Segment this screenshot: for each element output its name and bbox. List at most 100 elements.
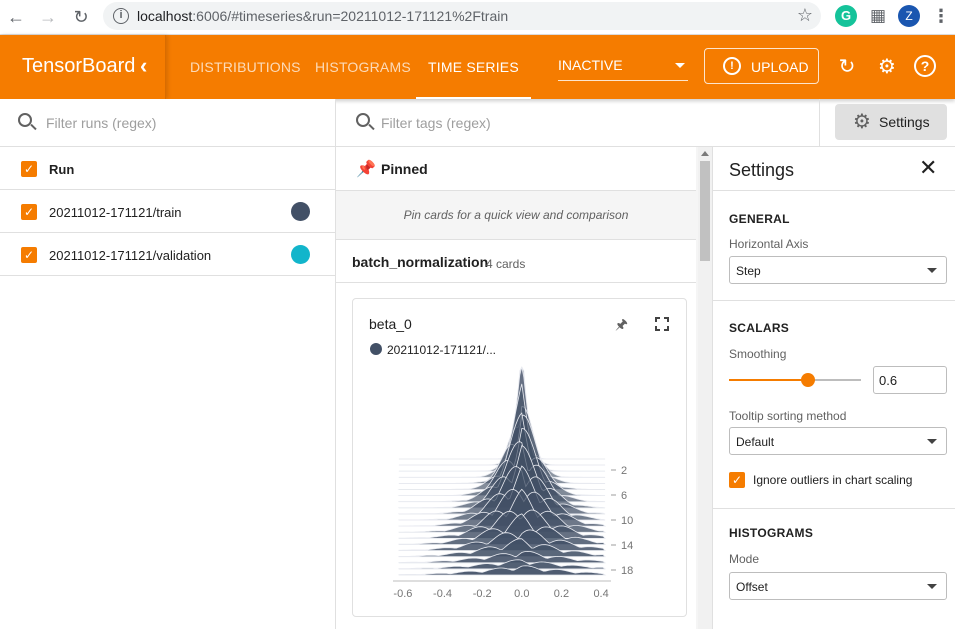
runs-filter[interactable]: Filter runs (regex) — [0, 99, 335, 147]
settings-button-area: ⚙ Settings — [819, 99, 955, 147]
run-checkbox[interactable]: ✓ — [21, 247, 37, 263]
fullscreen-icon[interactable] — [655, 317, 669, 331]
tab-histograms[interactable]: HISTOGRAMS — [315, 35, 411, 99]
settings-button[interactable]: ⚙ Settings — [835, 104, 947, 140]
profile-avatar[interactable]: Z — [898, 5, 920, 27]
pin-card-icon[interactable]: 🖈 — [615, 314, 628, 338]
x-tick-label: 0.2 — [554, 588, 569, 600]
card-title: beta_0 — [369, 316, 412, 332]
cards-scrollbar[interactable] — [698, 147, 712, 629]
y-tick-label: 18 — [621, 565, 633, 577]
help-icon[interactable]: ? — [914, 55, 936, 77]
scrollbar-thumb[interactable] — [700, 161, 710, 261]
pinned-title: Pinned — [381, 161, 428, 177]
pinned-empty-message: Pin cards for a quick view and compariso… — [403, 208, 629, 222]
brand-title: TensorBoard — [22, 55, 136, 77]
ignore-outliers-checkbox[interactable]: ✓ — [729, 472, 745, 488]
run-checkbox[interactable]: ✓ — [21, 204, 37, 220]
brand: TensorBoard ‹ — [0, 35, 166, 99]
run-column-header: Run — [49, 162, 75, 177]
select-all-checkbox[interactable]: ✓ — [21, 161, 37, 177]
tags-filter[interactable]: Filter tags (regex) — [336, 99, 819, 147]
smoothing-slider-thumb[interactable] — [801, 373, 816, 387]
scalars-section: SCALARS Smoothing 0.6 Tooltip sorting me… — [713, 301, 955, 509]
x-tick-label: -0.6 — [393, 588, 412, 600]
settings-button-label: Settings — [879, 114, 930, 130]
upload-label: UPLOAD — [751, 59, 809, 75]
scalars-section-title: SCALARS — [729, 321, 790, 335]
y-tick-label: 10 — [621, 515, 633, 527]
y-tick-label: 6 — [621, 490, 627, 502]
runs-header-row: ✓ Run — [0, 147, 335, 190]
chevron-down-icon — [927, 439, 937, 444]
url-path: :6006/#timeseries&run=20211012-171121%2F… — [192, 8, 509, 24]
mode-label: Mode — [729, 552, 760, 566]
tags-filter-input[interactable]: Filter tags (regex) — [381, 115, 491, 131]
mode-value: Offset — [736, 580, 768, 594]
card-group-header[interactable]: batch_normalization 4 cards — [336, 239, 696, 283]
pinned-section-header: 📌 Pinned — [336, 147, 696, 191]
upload-button[interactable]: ! UPLOAD — [704, 48, 819, 84]
smoothing-input[interactable]: 0.6 — [873, 366, 947, 394]
run-color-swatch[interactable] — [291, 245, 310, 264]
smoothing-label: Smoothing — [729, 347, 787, 361]
run-color-swatch[interactable] — [291, 202, 310, 221]
histogram-slice — [398, 366, 606, 460]
card-group-body: beta_0 🖈 20211012-171121/... -0.6 -0.4 -0.… — [336, 283, 696, 629]
mode-select[interactable]: Offset — [729, 572, 947, 600]
site-info-icon[interactable]: i — [113, 8, 129, 24]
group-name: batch_normalization — [352, 254, 489, 270]
tooltip-sort-select[interactable]: Default — [729, 427, 947, 455]
tab-distributions[interactable]: DISTRIBUTIONS — [190, 35, 301, 99]
url-text[interactable]: localhost:6006/#timeseries&run=20211012-… — [137, 8, 508, 24]
scroll-up-arrow-icon[interactable] — [701, 151, 709, 156]
general-section-title: GENERAL — [729, 212, 790, 226]
browser-menu-icon[interactable]: ⋮ — [930, 5, 952, 27]
chevron-down-icon — [927, 584, 937, 589]
general-section: GENERAL Horizontal Axis Step — [713, 191, 955, 301]
tab-time-series[interactable]: TIME SERIES — [416, 35, 531, 99]
smoothing-slider[interactable] — [729, 373, 861, 387]
url-host: localhost — [137, 8, 193, 24]
x-tick-label: 0.4 — [593, 588, 608, 600]
ignore-outliers-label: Ignore outliers in chart scaling — [753, 473, 913, 487]
bookmark-star-icon[interactable]: ☆ — [797, 5, 813, 26]
address-bar[interactable]: i localhost:6006/#timeseries&run=2021101… — [103, 2, 821, 30]
gear-icon[interactable]: ⚙ — [875, 55, 899, 79]
reload-icon[interactable]: ↻ — [70, 6, 92, 28]
horizontal-axis-label: Horizontal Axis — [729, 237, 809, 251]
settings-panel-header: Settings ✕ — [713, 147, 955, 191]
tooltip-sort-value: Default — [736, 435, 775, 449]
run-label: 20211012-171121/train — [49, 205, 182, 220]
dropdown-caret-icon — [675, 63, 685, 68]
search-icon — [18, 113, 32, 127]
tensorboard-header: TensorBoard ‹ DISTRIBUTIONS HISTOGRAMS T… — [0, 35, 955, 99]
close-icon[interactable]: ✕ — [919, 157, 937, 179]
cards-area: 📌 Pinned Pin cards for a quick view and … — [336, 147, 698, 629]
extensions-puzzle-icon[interactable]: ▦ — [867, 5, 889, 27]
y-tick-label: 2 — [621, 465, 627, 477]
collapse-chevron-icon[interactable]: ‹ — [140, 53, 147, 79]
legend-swatch — [370, 343, 382, 355]
histograms-section: HISTOGRAMS Mode Offset — [713, 509, 955, 629]
search-icon — [356, 113, 370, 127]
refresh-icon[interactable]: ↻ — [835, 55, 859, 79]
pin-icon: 📌 — [356, 161, 376, 178]
run-row-train[interactable]: ✓ 20211012-171121/train — [0, 190, 335, 233]
group-card-count: 4 cards — [486, 257, 526, 271]
run-row-validation[interactable]: ✓ 20211012-171121/validation — [0, 233, 335, 276]
x-tick-label: -0.2 — [473, 588, 492, 600]
back-arrow-icon[interactable]: ← — [5, 6, 27, 28]
horizontal-axis-select[interactable]: Step — [729, 256, 947, 284]
tooltip-sort-label: Tooltip sorting method — [729, 409, 847, 423]
dropdown-value: INACTIVE — [558, 57, 623, 73]
runs-filter-input[interactable]: Filter runs (regex) — [46, 115, 156, 131]
inactive-plugins-dropdown[interactable]: INACTIVE — [558, 57, 688, 81]
grammarly-extension-icon[interactable]: G — [835, 5, 857, 27]
forward-arrow-icon[interactable]: → — [37, 6, 59, 28]
x-tick-label: -0.4 — [433, 588, 452, 600]
x-tick-label: 0.0 — [514, 588, 529, 600]
gear-icon: ⚙ — [853, 111, 871, 133]
settings-panel-title: Settings — [729, 160, 795, 180]
browser-toolbar: ← → ↻ i localhost:6006/#timeseries&run=2… — [0, 0, 955, 35]
